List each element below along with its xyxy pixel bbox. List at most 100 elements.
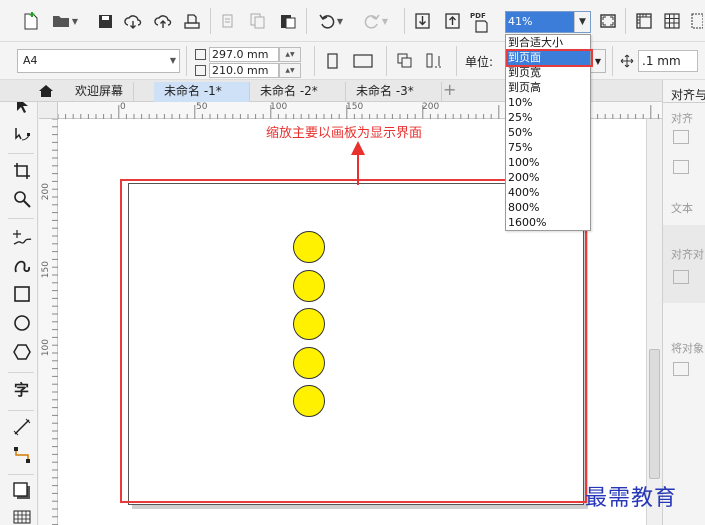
toolbox: 字: [0, 80, 38, 525]
docker-title: 对齐与: [671, 88, 705, 102]
show-grid-icon[interactable]: [661, 10, 683, 32]
text-tool-icon[interactable]: 字: [10, 378, 34, 400]
docker-section-text: 文本: [671, 202, 693, 215]
selected-option-highlight-box: [506, 49, 593, 67]
portrait-icon[interactable]: [322, 50, 342, 72]
align-distribute-docker: 对齐与 对齐 文本 对齐对 将对象: [662, 80, 705, 525]
open-folder-icon[interactable]: ▼: [50, 10, 80, 32]
property-bar: A4 ▼ 297.0 mm ▲▼ 210.0 mm ▲▼ 单位: ▼ .1 mm: [0, 42, 705, 80]
redo-icon[interactable]: ▼: [358, 10, 394, 32]
chevron-down-icon: ▼: [169, 56, 176, 65]
crop-tool-icon[interactable]: [10, 160, 34, 182]
ruler-left-label: 200: [41, 183, 51, 201]
chevron-down-icon[interactable]: ▼: [574, 12, 590, 32]
page-width-value[interactable]: 297.0 mm: [209, 46, 279, 62]
tab-untitled-2[interactable]: 未命名 -2*: [250, 82, 346, 102]
zoom-option[interactable]: 25%: [506, 110, 590, 125]
landscape-icon[interactable]: [350, 50, 376, 72]
align-top-icon[interactable]: [673, 160, 689, 174]
print-icon[interactable]: [182, 10, 202, 32]
width-icon: [195, 48, 206, 60]
all-pages-icon[interactable]: [394, 50, 416, 72]
artistic-media-tool-icon[interactable]: [10, 255, 34, 277]
zoom-option[interactable]: 75%: [506, 140, 590, 155]
add-tab-button[interactable]: +: [443, 80, 456, 100]
height-icon: [195, 64, 206, 76]
zoom-level-value[interactable]: 41%: [506, 12, 574, 32]
page-height-value[interactable]: 210.0 mm: [209, 62, 279, 78]
undo-icon[interactable]: ▼: [314, 10, 348, 32]
ruler-left-label: 150: [41, 261, 51, 279]
polygon-tool-icon[interactable]: [10, 341, 34, 363]
page-height-field[interactable]: 210.0 mm ▲▼: [195, 62, 301, 78]
ruler-top-label: 50: [196, 102, 208, 112]
distribute-icon[interactable]: [673, 362, 689, 376]
vertical-scrollbar[interactable]: [646, 119, 662, 525]
zoom-option[interactable]: 到页高: [506, 80, 590, 95]
import-icon[interactable]: [412, 10, 432, 32]
nudge-icon: [620, 54, 634, 68]
ruler-ticks: [52, 119, 58, 525]
zoom-option[interactable]: 100%: [506, 155, 590, 170]
save-icon[interactable]: [95, 10, 115, 32]
cloud-download-icon[interactable]: [122, 10, 144, 32]
paste-icon[interactable]: [278, 10, 298, 32]
nudge-distance-field[interactable]: .1 mm: [620, 50, 698, 72]
ellipse-tool-icon[interactable]: [10, 312, 34, 334]
new-document-icon[interactable]: [20, 10, 42, 32]
zoom-option[interactable]: 200%: [506, 170, 590, 185]
height-spinner[interactable]: ▲▼: [279, 62, 301, 78]
home-icon[interactable]: [38, 84, 54, 101]
nudge-distance-value[interactable]: .1 mm: [638, 50, 698, 72]
tab-untitled-3[interactable]: 未命名 -3*: [346, 82, 442, 102]
copy-icon[interactable]: [248, 10, 268, 32]
zoom-option[interactable]: 到页宽: [506, 65, 590, 80]
ruler-top-label: 0: [120, 102, 126, 112]
docker-section-align-to: 对齐对: [671, 248, 704, 261]
ruler-left-label: 100: [41, 339, 51, 357]
zoom-option[interactable]: 到合适大小: [506, 35, 590, 50]
ruler-origin[interactable]: [39, 102, 58, 119]
tab-untitled-1[interactable]: 未命名 -1*: [154, 82, 250, 102]
docker-section-align: 对齐: [671, 112, 693, 125]
tab-welcome-screen[interactable]: 欢迎屏幕: [65, 82, 135, 102]
zoom-option[interactable]: 10%: [506, 95, 590, 110]
transparency-tool-icon[interactable]: [10, 506, 34, 525]
annotation-text: 缩放主要以画板为显示界面: [266, 126, 423, 141]
width-spinner[interactable]: ▲▼: [279, 46, 301, 62]
watermark-text: 最需教育: [585, 486, 678, 511]
zoom-option[interactable]: 1600%: [506, 215, 590, 230]
cloud-upload-icon[interactable]: [152, 10, 174, 32]
svg-text:字: 字: [14, 381, 29, 398]
docker-section-distribute: 将对象: [671, 342, 704, 355]
drop-shadow-tool-icon[interactable]: [10, 480, 34, 502]
current-page-icon[interactable]: [424, 50, 446, 72]
page-width-field[interactable]: 297.0 mm ▲▼: [195, 46, 301, 62]
more-options-icon[interactable]: [689, 10, 705, 32]
zoom-level-combo[interactable]: 41% ▼: [505, 11, 591, 33]
connector-tool-icon[interactable]: [10, 444, 34, 466]
export-icon[interactable]: [442, 10, 462, 32]
scrollbar-thumb[interactable]: [649, 349, 660, 479]
full-screen-icon[interactable]: [597, 10, 619, 32]
zoom-option[interactable]: 50%: [506, 125, 590, 140]
zoom-tool-icon[interactable]: [10, 188, 34, 210]
ruler-top-label: 200: [422, 102, 440, 112]
ruler-top-label: 150: [346, 102, 364, 112]
freehand-tool-icon[interactable]: [10, 226, 34, 248]
dimension-tool-icon[interactable]: [10, 416, 34, 438]
zoom-option[interactable]: 400%: [506, 185, 590, 200]
zoom-option[interactable]: 800%: [506, 200, 590, 215]
ruler-top-label: 100: [270, 102, 288, 112]
vertical-ruler[interactable]: 200 150 100: [39, 119, 58, 525]
rectangle-tool-icon[interactable]: [10, 283, 34, 305]
cut-icon[interactable]: [218, 10, 238, 32]
show-rulers-icon[interactable]: [633, 10, 655, 32]
align-to-page-icon[interactable]: [673, 270, 689, 284]
pdf-label: PDF: [470, 12, 486, 20]
page-size-select[interactable]: A4 ▼: [17, 49, 180, 73]
align-left-icon[interactable]: [673, 130, 689, 144]
publish-pdf-icon[interactable]: PDF: [470, 10, 492, 33]
shape-tool-icon[interactable]: [10, 124, 34, 146]
units-label: 单位:: [465, 55, 494, 69]
